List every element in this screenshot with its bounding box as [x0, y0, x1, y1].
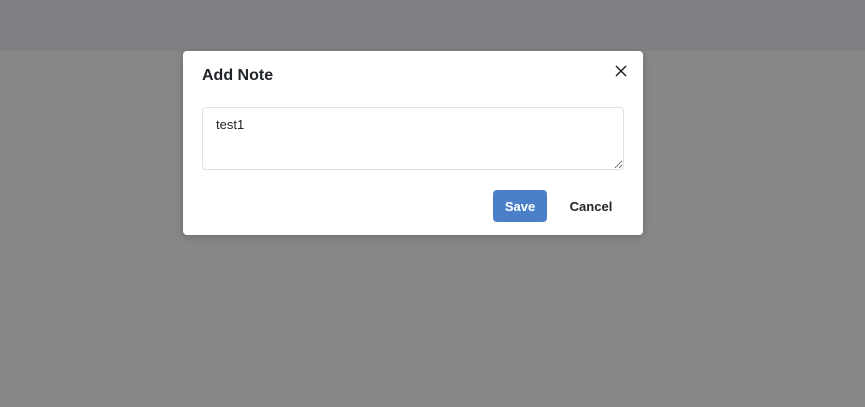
save-button[interactable]: Save: [493, 190, 547, 222]
cancel-button[interactable]: Cancel: [559, 190, 623, 222]
close-icon[interactable]: [613, 63, 629, 79]
top-bar-backdrop: [0, 0, 865, 51]
modal-title: Add Note: [202, 67, 274, 84]
add-note-modal: Add Note Save Cancel: [183, 51, 643, 235]
note-textarea[interactable]: [202, 107, 624, 170]
